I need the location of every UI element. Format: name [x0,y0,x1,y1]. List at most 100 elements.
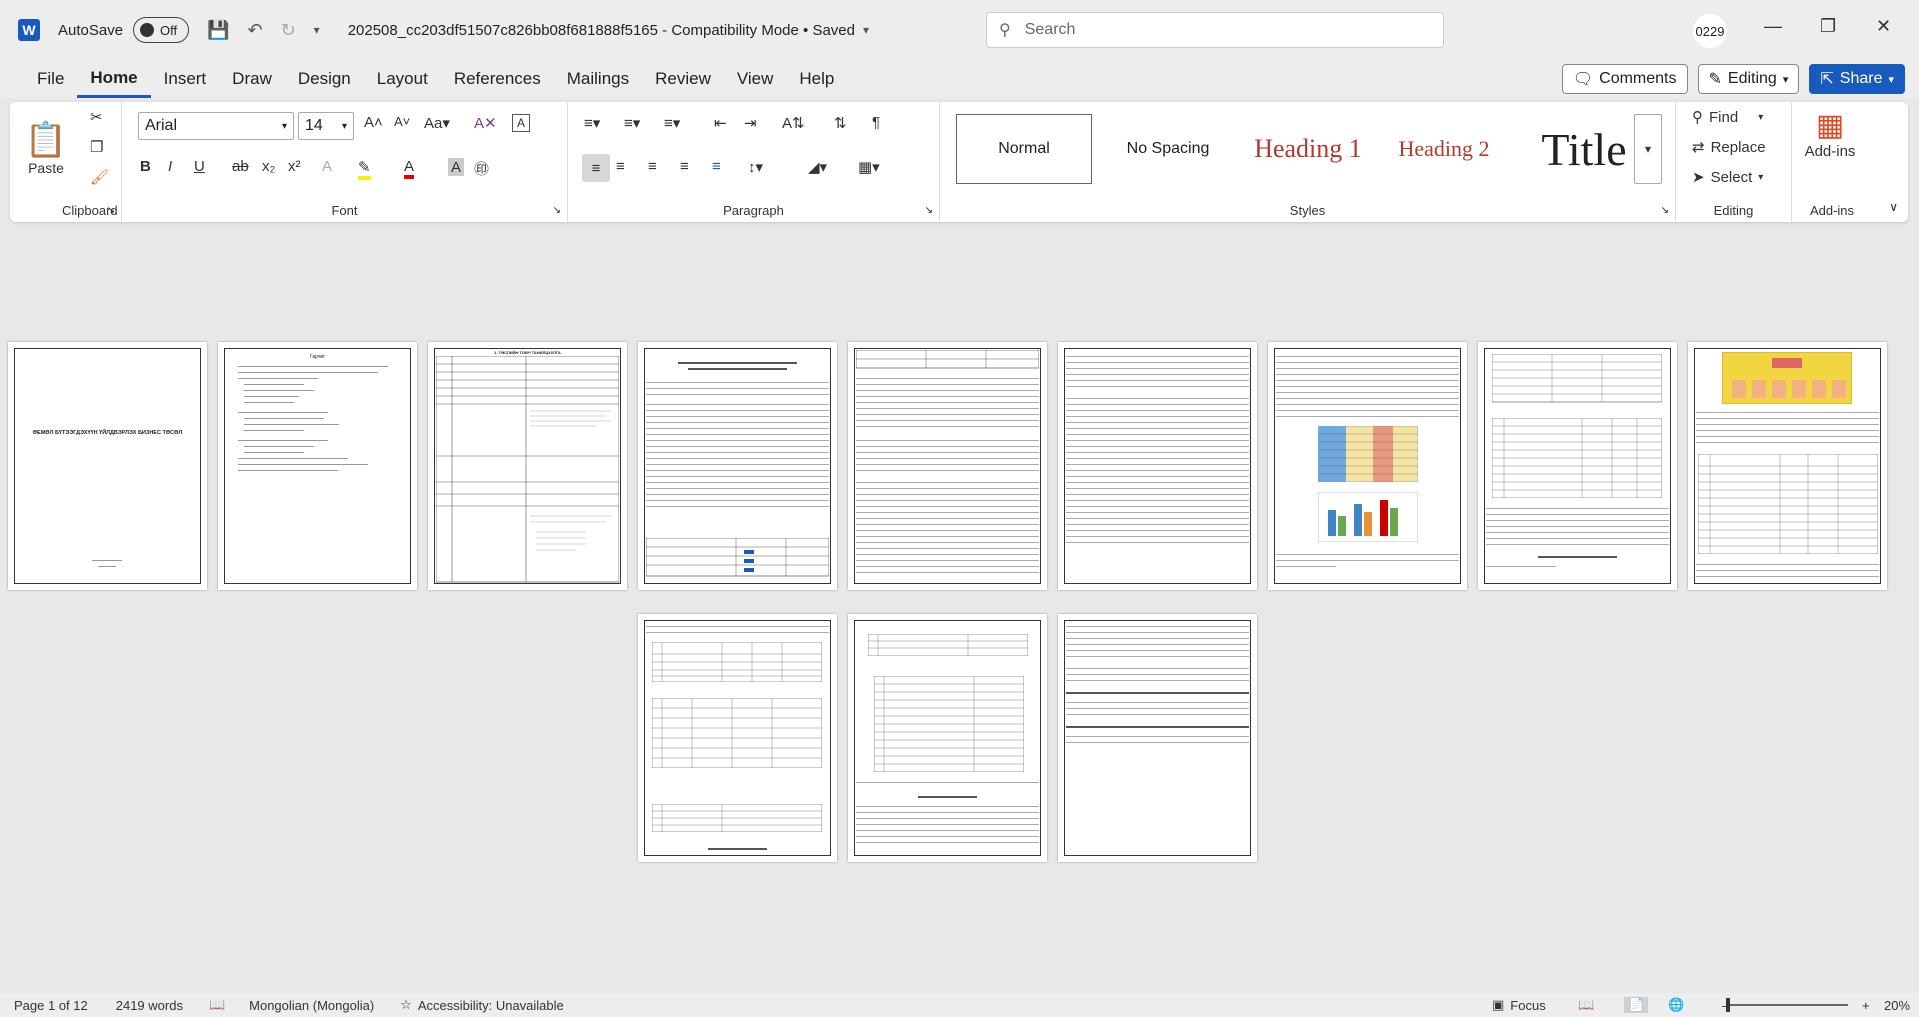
comments-button[interactable]: 🗨 Comments [1561,64,1688,94]
font-size-select[interactable]: 14 ▾ [298,112,354,140]
zoom-in-icon[interactable]: + [1862,998,1870,1013]
page-11[interactable] [848,614,1047,862]
page-8[interactable] [1478,342,1677,590]
menu-references[interactable]: References [441,60,554,98]
subscript-icon[interactable]: x₂ [262,158,275,175]
shading-icon[interactable]: ◢▾ [808,158,827,176]
page-2[interactable]: Гарчиг [218,342,417,590]
character-shading-icon[interactable]: A [448,158,464,176]
align-center-icon[interactable]: ≡ [616,158,625,175]
find-button[interactable]: ⚲ Find ▾ [1692,108,1763,127]
page-5[interactable] [848,342,1047,590]
cut-icon[interactable]: ✂ [90,108,103,126]
page-10[interactable] [638,614,837,862]
zoom-level[interactable]: 20% [1884,998,1910,1013]
highlight-icon[interactable]: ✎ [358,158,371,180]
numbering-icon[interactable]: ≡▾ [624,114,640,132]
bullets-icon[interactable]: ≡▾ [584,114,600,132]
close-icon[interactable]: ✕ [1876,16,1891,37]
paste-button[interactable]: 📋 Paste [25,108,67,188]
print-layout-icon[interactable]: 📄 [1624,997,1649,1013]
user-avatar[interactable]: 0229 [1693,14,1727,48]
zoom-slider[interactable] [1726,998,1848,1012]
align-left-icon[interactable]: ≡ [582,154,610,182]
proofing-icon[interactable]: 📖 [209,997,225,1013]
read-mode-icon[interactable]: 📖 [1578,997,1594,1013]
styles-gallery-more-icon[interactable]: ▾ [1634,114,1662,184]
menu-help[interactable]: Help [786,60,847,98]
distributed-icon[interactable]: ≡ [712,158,721,175]
page-6[interactable] [1058,342,1257,590]
menu-insert[interactable]: Insert [151,60,220,98]
style-heading-1[interactable]: Heading 1 [1240,114,1376,184]
minimize-icon[interactable]: — [1764,16,1782,37]
accessibility-status[interactable]: ☆ Accessibility: Unavailable [400,997,564,1013]
increase-indent-icon[interactable]: ⇥ [744,114,757,132]
paragraph-launcher-icon[interactable]: ↘ [925,205,933,216]
page-count[interactable]: Page 1 of 12 [14,998,88,1013]
style-title[interactable]: Title [1516,114,1652,184]
shrink-font-icon[interactable]: A˅ [394,114,410,129]
style-heading-2[interactable]: Heading 2 [1376,114,1512,184]
show-marks-icon[interactable]: ¶ [872,114,880,131]
menu-layout[interactable]: Layout [364,60,441,98]
collapse-ribbon-icon[interactable]: ∨ [1889,200,1898,214]
language-status[interactable]: Mongolian (Mongolia) [249,998,374,1013]
borders-icon[interactable]: ▦▾ [858,158,880,176]
strikethrough-icon[interactable]: ab [232,158,249,175]
page-12[interactable] [1058,614,1257,862]
replace-button[interactable]: ⇄ Replace [1692,138,1766,157]
font-launcher-icon[interactable]: ↘ [553,205,561,216]
menu-file[interactable]: File [24,60,77,98]
enclose-characters-icon[interactable]: ㊞ [474,158,489,179]
italic-icon[interactable]: I [168,158,172,175]
decrease-indent-icon[interactable]: ⇤ [714,114,727,132]
clipboard-launcher-icon[interactable]: ↘ [107,205,115,216]
line-spacing-icon[interactable]: ↕▾ [748,158,763,176]
align-right-icon[interactable]: ≡ [648,158,657,175]
justify-icon[interactable]: ≡ [680,158,689,175]
change-case-icon[interactable]: Aa▾ [424,114,450,132]
style-normal[interactable]: Normal [956,114,1092,184]
restore-icon[interactable]: ❐ [1820,16,1836,37]
word-count[interactable]: 2419 words [116,998,183,1013]
style-no-spacing[interactable]: No Spacing [1100,114,1236,184]
clear-formatting-icon[interactable]: A✕ [474,114,497,132]
menu-design[interactable]: Design [285,60,364,98]
superscript-icon[interactable]: x² [288,158,301,175]
text-effects-icon[interactable]: A [322,158,332,175]
bold-icon[interactable]: B [140,158,151,175]
page-3[interactable]: 1. ТӨСЛИЙН ТОВЧ ТАНИЛЦУУЛГА [428,342,627,590]
document-canvas[interactable]: ӨЕМӨЛ БҮТЭЭГДЭХҮҮН ҮЙЛДВЭРЛЭХ БИЗНЕС ТӨС… [0,222,1919,993]
underline-icon[interactable]: U [194,158,205,175]
font-color-icon[interactable]: A [404,158,415,179]
text-direction-icon[interactable]: A⇅ [782,114,805,132]
menu-review[interactable]: Review [642,60,724,98]
autosave-toggle[interactable]: Off [133,17,190,43]
page-4[interactable] [638,342,837,590]
styles-launcher-icon[interactable]: ↘ [1661,205,1669,216]
select-button[interactable]: ➤ Select ▾ [1692,168,1763,187]
font-family-select[interactable]: Arial ▾ [138,112,294,140]
redo-icon[interactable]: ↻ [281,20,296,41]
grow-font-icon[interactable]: A˄ [364,114,383,131]
save-icon[interactable]: 💾 [207,20,229,41]
title-dropdown-icon[interactable]: ▾ [863,23,869,37]
customize-toolbar-icon[interactable]: ▾ [314,23,320,37]
sort-icon[interactable]: ⇅ [834,114,847,132]
zoom-slider-thumb[interactable] [1726,998,1730,1012]
menu-view[interactable]: View [724,60,787,98]
copy-icon[interactable]: ❐ [90,138,103,156]
menu-home[interactable]: Home [77,60,151,98]
editing-mode-button[interactable]: ✎ Editing ▾ [1697,64,1800,94]
web-layout-icon[interactable]: 🌐 [1668,997,1684,1013]
menu-draw[interactable]: Draw [219,60,285,98]
focus-button[interactable]: ▣ Focus [1492,997,1546,1013]
menu-mailings[interactable]: Mailings [554,60,642,98]
page-1[interactable]: ӨЕМӨЛ БҮТЭЭГДЭХҮҮН ҮЙЛДВЭРЛЭХ БИЗНЕС ТӨС… [8,342,207,590]
page-9[interactable] [1688,342,1887,590]
multilevel-list-icon[interactable]: ≡▾ [664,114,680,132]
page-7[interactable] [1268,342,1467,590]
addins-button[interactable]: ▦ Add-ins [1800,108,1860,160]
search-box[interactable]: ⚲ Search [986,12,1444,48]
